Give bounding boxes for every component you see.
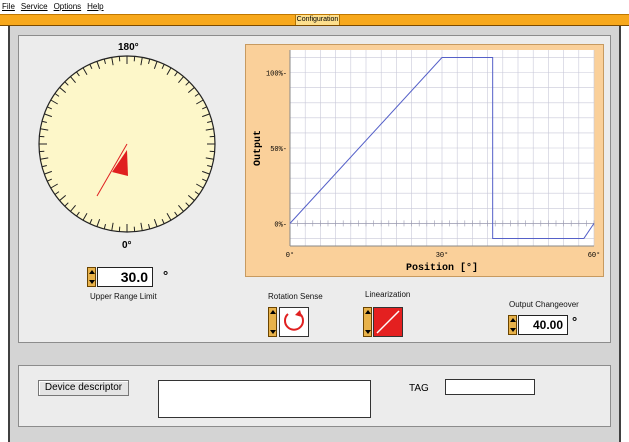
output-changeover-unit: ° [572, 314, 578, 329]
rotation-sense-label: Rotation Sense [268, 292, 323, 301]
tag-label: TAG [409, 383, 429, 394]
tag-field[interactable] [445, 379, 535, 395]
spinner-down-icon[interactable] [270, 330, 276, 334]
spinner-down-icon[interactable] [365, 330, 371, 334]
menu-options[interactable]: Options [54, 2, 82, 11]
x-tick-label: 30° [436, 251, 449, 260]
spinner-down-icon[interactable] [510, 328, 516, 332]
menu-service[interactable]: Service [21, 2, 48, 11]
upper-range-label: Upper Range Limit [90, 292, 157, 301]
y-tick-label: 100%- [266, 71, 287, 79]
rotation-icon [284, 310, 304, 331]
chart-svg: Output Position [°] 0° 30° 60° 0%- 50%- 100%- [253, 50, 601, 274]
spinner-up-icon[interactable] [510, 318, 516, 322]
linear-ramp-icon [376, 310, 400, 334]
spinner-up-icon[interactable] [365, 310, 371, 314]
rotation-sense-button[interactable] [279, 307, 309, 337]
output-changeover-spinner[interactable] [508, 315, 517, 335]
menu-bar: File Service Options Help [0, 0, 629, 14]
upper-range-input[interactable]: 30.0 [97, 267, 153, 287]
dial-top-label: 180° [118, 42, 139, 53]
x-tick-label: 60° [588, 251, 601, 260]
output-changeover-label: Output Changeover [509, 300, 579, 309]
dial-bottom-label: 0° [122, 240, 132, 251]
title-bar: Configuration [0, 14, 629, 26]
spinner-down-icon[interactable] [89, 280, 95, 284]
upper-range-spinner[interactable] [87, 267, 96, 287]
chart-grid [289, 50, 595, 246]
linearization-button[interactable] [373, 307, 403, 337]
spinner-up-icon[interactable] [89, 270, 95, 274]
chart-x-label: Position [°] [406, 262, 478, 274]
device-descriptor-field[interactable] [158, 380, 371, 418]
upper-range-unit: ° [163, 268, 169, 283]
menu-help[interactable]: Help [87, 2, 103, 11]
device-descriptor-button[interactable]: Device descriptor [38, 380, 129, 396]
output-changeover-input[interactable]: 40.00 [518, 315, 568, 335]
y-tick-label: 0%- [274, 221, 287, 229]
chart-y-label: Output [253, 130, 264, 166]
output-chart: Output Position [°] 0° 30° 60° 0%- 50%- 100%- [245, 44, 604, 277]
y-tick-label: 50%- [270, 146, 287, 154]
linearization-spinner[interactable] [363, 307, 372, 337]
menu-file[interactable]: File [2, 2, 15, 11]
rotation-sense-spinner[interactable] [268, 307, 277, 337]
spinner-up-icon[interactable] [270, 310, 276, 314]
linearization-label: Linearization [365, 290, 411, 299]
angle-dial [38, 55, 216, 233]
window-title: Configuration [295, 15, 340, 25]
x-tick-label: 0° [286, 251, 294, 260]
